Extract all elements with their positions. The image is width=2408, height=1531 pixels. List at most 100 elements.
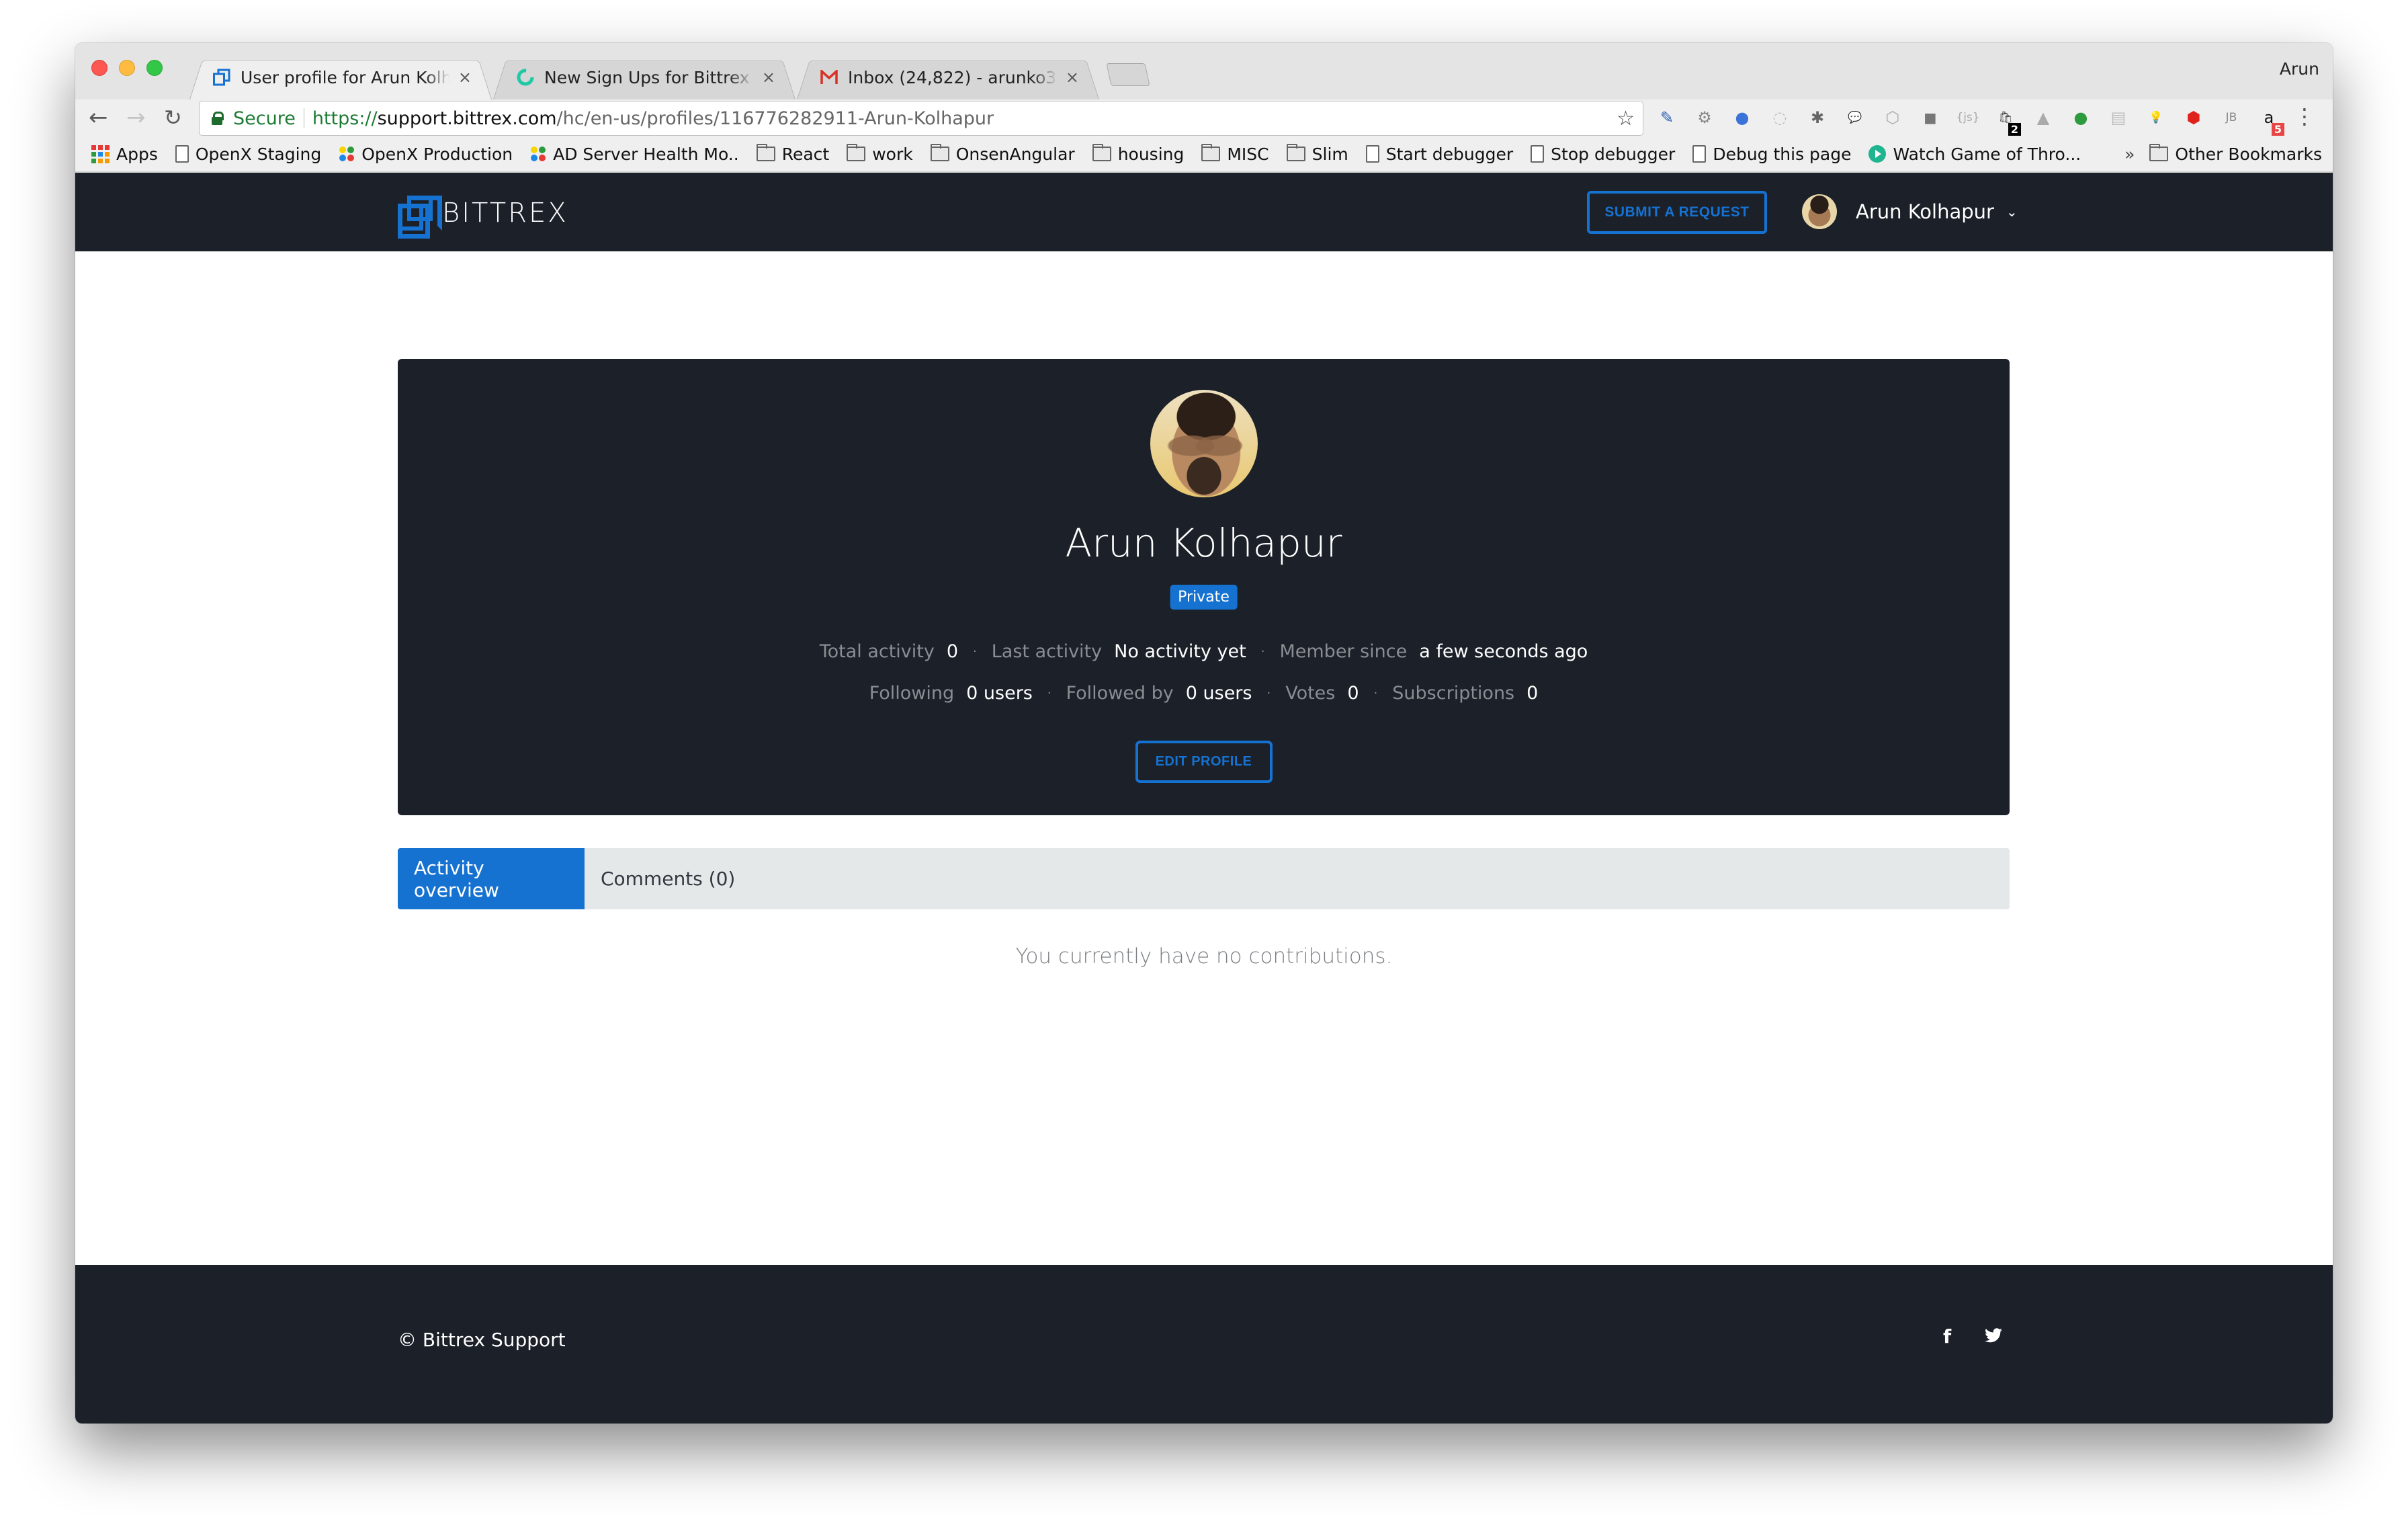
folder-icon bbox=[1092, 144, 1111, 161]
stat-value-followed-by: 0 users bbox=[1185, 683, 1252, 704]
folder-icon bbox=[756, 144, 775, 161]
browser-profile-name[interactable]: Arun bbox=[2280, 59, 2319, 79]
profile-avatar bbox=[1150, 390, 1258, 497]
edit-profile-button[interactable]: EDIT PROFILE bbox=[1135, 741, 1273, 783]
bookmark-other-bookmarks[interactable]: Other Bookmarks bbox=[2149, 144, 2322, 164]
folder-icon bbox=[1286, 144, 1305, 161]
bookmark-label: Other Bookmarks bbox=[2175, 144, 2322, 164]
gmail-favicon-icon bbox=[820, 68, 838, 87]
stat-separator: · bbox=[1266, 686, 1271, 700]
stat-value-subscriptions: 0 bbox=[1526, 683, 1539, 704]
bookmark-openx-staging[interactable]: OpenX Staging bbox=[175, 144, 321, 164]
minimize-window-button[interactable] bbox=[119, 60, 135, 76]
address-bar[interactable]: Secure https://support.bittrex.com/hc/en… bbox=[199, 101, 1643, 136]
twitter-icon[interactable] bbox=[1985, 1325, 2003, 1348]
cube-icon[interactable]: ⬡ bbox=[1880, 105, 1905, 130]
shopping-bag-icon[interactable]: 🛍 2 bbox=[1993, 105, 2021, 136]
back-arrow-icon[interactable]: ← bbox=[89, 105, 108, 130]
browser-tab-bittrex-profile[interactable]: User profile for Arun Kolhapur × bbox=[189, 55, 492, 99]
rounded-square-icon[interactable]: ◼ bbox=[1918, 105, 1943, 130]
swirl-icon[interactable]: ◌ bbox=[1767, 105, 1793, 130]
bookmark-debug-this-page[interactable]: Debug this page bbox=[1692, 144, 1851, 164]
chevron-down-icon: ⌄ bbox=[2006, 204, 2018, 220]
brand-name: BITTREX bbox=[442, 198, 568, 229]
bookmark-slim[interactable]: Slim bbox=[1286, 144, 1348, 164]
user-avatar bbox=[1802, 194, 1837, 229]
facebook-icon[interactable]: f bbox=[1943, 1325, 1951, 1348]
drive-icon-glyph: ▲ bbox=[2036, 108, 2050, 127]
bookmark-openx-production[interactable]: OpenX Production bbox=[339, 144, 513, 164]
close-tab-icon[interactable]: × bbox=[762, 68, 775, 87]
social-links: f bbox=[1943, 1325, 2003, 1348]
lock-icon bbox=[212, 112, 224, 125]
browser-tab-gmail[interactable]: Inbox (24,822) - arunko350@gmail.com × bbox=[797, 55, 1099, 99]
stat-separator: · bbox=[1047, 686, 1051, 700]
close-tab-icon[interactable]: × bbox=[458, 68, 472, 87]
tab-comments[interactable]: Comments (0) bbox=[585, 848, 751, 909]
bookmark-label: Slim bbox=[1312, 144, 1348, 164]
eyedropper-icon[interactable]: ✎ bbox=[1654, 105, 1680, 130]
lightbulb-icon-glyph: 💡 bbox=[2149, 111, 2163, 124]
bookmark-label: OnsenAngular bbox=[955, 144, 1075, 164]
bookmark-react[interactable]: React bbox=[756, 144, 830, 164]
bookmark-label: React bbox=[781, 144, 830, 164]
bookmark-misc[interactable]: MISC bbox=[1201, 144, 1269, 164]
jb-icon-glyph: JB bbox=[2225, 111, 2237, 124]
globe-icon[interactable]: ● bbox=[1729, 105, 1755, 130]
maximize-window-button[interactable] bbox=[146, 60, 163, 76]
bookmark-stop-debugger[interactable]: Stop debugger bbox=[1531, 144, 1675, 164]
browser-tab-sign-ups[interactable]: New Sign Ups for Bittrex closed × bbox=[493, 55, 796, 99]
bookmark-work[interactable]: work bbox=[847, 144, 913, 164]
play-icon bbox=[1868, 145, 1887, 163]
close-tab-icon[interactable]: × bbox=[1066, 68, 1079, 87]
close-window-button[interactable] bbox=[91, 60, 108, 76]
jb-icon[interactable]: JB bbox=[2219, 105, 2244, 130]
bookmark-start-debugger[interactable]: Start debugger bbox=[1365, 144, 1513, 164]
amazon-icon[interactable]: a5 bbox=[2256, 105, 2284, 136]
tab-activity-overview[interactable]: Activity overview bbox=[398, 848, 585, 909]
adblock-icon[interactable]: ⬢ bbox=[2181, 105, 2206, 130]
folder-icon bbox=[847, 144, 866, 161]
gear-extension-icon[interactable]: ⚙ bbox=[1692, 105, 1717, 130]
cog-dark-icon[interactable]: ✱ bbox=[1805, 105, 1830, 130]
bookmark-housing[interactable]: housing bbox=[1092, 144, 1184, 164]
bookmark-star-icon[interactable]: ☆ bbox=[1617, 107, 1635, 130]
new-tab-button[interactable] bbox=[1106, 63, 1150, 86]
reload-icon[interactable]: ↻ bbox=[164, 105, 182, 130]
submit-request-button[interactable]: SUBMIT A REQUEST bbox=[1587, 191, 1767, 234]
bookmark-ad-server-health-mo[interactable]: AD Server Health Mo.. bbox=[530, 144, 739, 164]
user-menu[interactable]: Arun Kolhapur ⌄ bbox=[1802, 194, 2018, 229]
drive-icon[interactable]: ▲ bbox=[2030, 105, 2056, 130]
bookmark-watch-game-of-thro[interactable]: Watch Game of Thro... bbox=[1868, 144, 2081, 164]
talk-icon[interactable]: 💬 bbox=[1842, 105, 1868, 130]
bookmarks-right: » Other Bookmarks bbox=[2124, 144, 2322, 164]
lightbulb-icon[interactable]: 💡 bbox=[2143, 105, 2169, 130]
bookmark-label: Watch Game of Thro... bbox=[1893, 144, 2081, 164]
browser-menu-icon[interactable]: ⋮ bbox=[2294, 104, 2315, 129]
user-name: Arun Kolhapur bbox=[1856, 200, 1994, 223]
bittrex-logo[interactable]: BITTREX bbox=[398, 196, 568, 239]
url-host: support.bittrex.com bbox=[377, 108, 557, 129]
stat-label-last-activity: Last activity bbox=[991, 641, 1103, 662]
rounded-square-icon-glyph: ◼ bbox=[1924, 108, 1937, 127]
stat-label-following: Following bbox=[869, 683, 955, 704]
web-page: BITTREX SUBMIT A REQUEST Arun Kolhapur ⌄… bbox=[75, 173, 2333, 1423]
cog-dark-icon-glyph: ✱ bbox=[1810, 108, 1825, 127]
bookmark-onsenangular[interactable]: OnsenAngular bbox=[930, 144, 1075, 164]
bittrex-logo-icon bbox=[398, 196, 442, 239]
openx-icon bbox=[530, 146, 546, 162]
js-icon[interactable]: {js} bbox=[1955, 105, 1981, 130]
footer-copyright: © Bittrex Support bbox=[398, 1329, 566, 1351]
stat-value-member-since: a few seconds ago bbox=[1419, 641, 1588, 662]
empty-contributions-message: You currently have no contributions. bbox=[1015, 944, 1393, 968]
stat-label-subscriptions: Subscriptions bbox=[1392, 683, 1515, 704]
bookmark-label: MISC bbox=[1227, 144, 1269, 164]
bookmark-apps[interactable]: Apps bbox=[91, 144, 158, 164]
forward-arrow-icon[interactable]: → bbox=[126, 105, 146, 130]
tab-title: User profile for Arun Kolhapur bbox=[241, 67, 450, 87]
bookmark-label: Apps bbox=[116, 144, 158, 164]
document-icon[interactable]: ▤ bbox=[2106, 105, 2131, 130]
bookmarks-overflow-icon[interactable]: » bbox=[2124, 144, 2135, 164]
bookmark-label: work bbox=[872, 144, 913, 164]
id-icon[interactable]: ● bbox=[2068, 105, 2094, 130]
